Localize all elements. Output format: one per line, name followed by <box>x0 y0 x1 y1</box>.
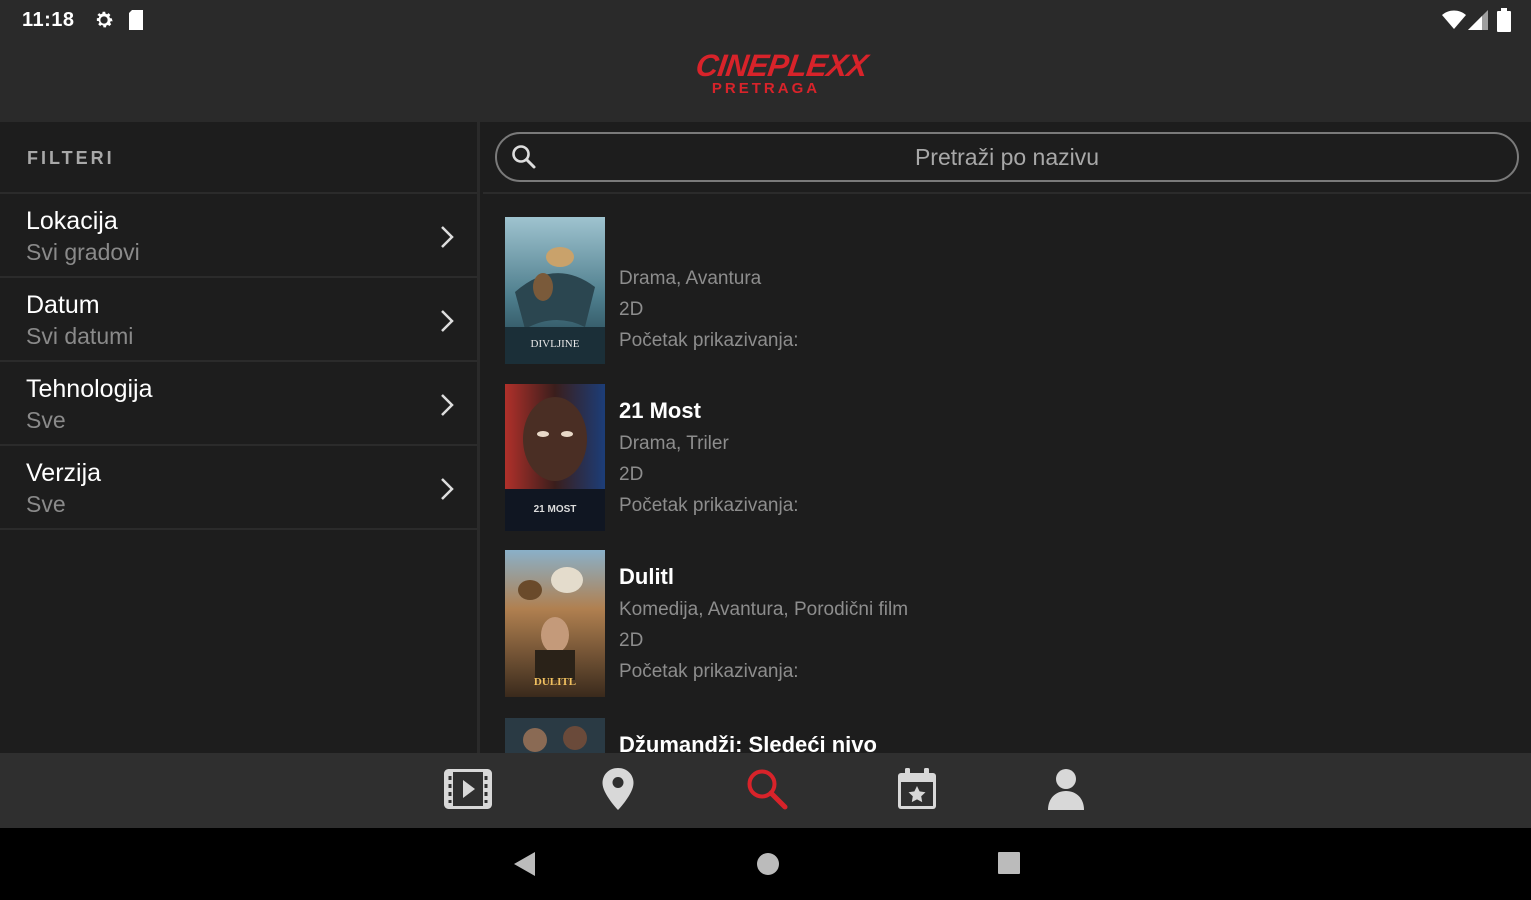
movie-info: Džumandži: Sledeći nivo <box>619 718 877 753</box>
nav-calendar[interactable] <box>891 767 943 815</box>
filter-value: Svi datumi <box>26 323 134 349</box>
recents-icon[interactable] <box>998 852 1020 879</box>
settings-icon <box>93 9 115 36</box>
wifi-icon <box>1442 10 1466 35</box>
signal-icon <box>1468 10 1488 35</box>
filter-value: Svi gradovi <box>26 239 140 265</box>
search-icon <box>745 767 789 816</box>
movie-format: 2D <box>619 464 644 485</box>
movie-title <box>619 217 799 251</box>
search-bar <box>483 122 1531 194</box>
filter-title: Datum <box>26 291 100 319</box>
chevron-right-icon <box>439 392 455 423</box>
movie-genres: Drama, Avantura <box>619 268 762 289</box>
filter-sidebar: FILTERI Lokacija Svi gradovi Datum Svi d… <box>0 122 480 753</box>
movie-poster: 21 MOST <box>505 384 605 531</box>
location-pin-icon <box>601 767 635 816</box>
nav-profile[interactable] <box>1040 767 1092 815</box>
filter-title: Verzija <box>26 459 102 487</box>
movie-title: 21 Most <box>619 398 701 423</box>
nav-movies[interactable] <box>442 767 494 815</box>
movie-poster: DULITL <box>505 550 605 697</box>
filter-item-date[interactable]: Datum Svi datumi <box>0 278 477 362</box>
filter-item-location[interactable]: Lokacija Svi gradovi <box>0 194 477 278</box>
filter-value: Sve <box>26 407 66 433</box>
movie-poster <box>505 718 605 753</box>
brand-logo-text: CINEPLEXX <box>693 48 870 83</box>
film-icon <box>444 768 492 814</box>
filter-item-version[interactable]: Verzija Sve <box>0 446 477 530</box>
bottom-navigation <box>0 753 1531 828</box>
calendar-star-icon <box>896 767 938 816</box>
movie-list-item[interactable]: Džumandži: Sledeći nivo <box>505 718 1505 753</box>
status-time: 11:18 <box>22 9 75 31</box>
home-icon[interactable] <box>756 852 780 881</box>
status-bar: 11:18 <box>0 0 1531 40</box>
svg-text:DIVLJINE: DIVLJINE <box>531 338 580 350</box>
movie-format: 2D <box>619 630 644 651</box>
filter-title: Tehnologija <box>26 375 153 403</box>
chevron-right-icon <box>439 308 455 339</box>
nav-cinemas[interactable] <box>592 767 644 815</box>
svg-text:21 MOST: 21 MOST <box>534 504 577 515</box>
content-area: FILTERI Lokacija Svi gradovi Datum Svi d… <box>0 122 1531 753</box>
movie-start-label: Početak prikazivanja: <box>619 495 799 516</box>
user-icon <box>1046 767 1086 816</box>
movie-list-item[interactable]: DIVLJINE Drama, Avantura 2D Početak prik… <box>505 217 1505 367</box>
movie-poster: DIVLJINE <box>505 217 605 364</box>
cineplexx-logo: CINEPLEXX PRETRAGA <box>694 48 870 97</box>
filter-title: Lokacija <box>26 207 118 235</box>
battery-icon <box>1497 8 1511 37</box>
chevron-right-icon <box>439 476 455 507</box>
system-navigation-bar <box>0 828 1531 900</box>
movie-info: Dulitl Komedija, Avantura, Porodični fil… <box>619 550 908 687</box>
filter-value: Sve <box>26 491 66 517</box>
filters-header: FILTERI <box>0 122 477 194</box>
movie-info: 21 Most Drama, Triler 2D Početak prikazi… <box>619 384 799 521</box>
movie-title: Džumandži: Sledeći nivo <box>619 732 877 753</box>
movie-genres: Drama, Triler <box>619 433 729 454</box>
search-box[interactable] <box>495 132 1519 182</box>
movie-title: Dulitl <box>619 564 674 589</box>
movie-start-label: Početak prikazivanja: <box>619 661 799 682</box>
movie-list-item[interactable]: 21 MOST 21 Most Drama, Triler 2D Početak… <box>505 384 1505 534</box>
search-input[interactable] <box>557 134 1457 180</box>
chevron-right-icon <box>439 224 455 255</box>
movie-info: Drama, Avantura 2D Početak prikazivanja: <box>619 217 799 356</box>
movie-list-item[interactable]: DULITL Dulitl Komedija, Avantura, Porodi… <box>505 550 1505 700</box>
filter-item-technology[interactable]: Tehnologija Sve <box>0 362 477 446</box>
app-bar: CINEPLEXX PRETRAGA <box>0 40 1531 122</box>
movie-genres: Komedija, Avantura, Porodični film <box>619 599 909 620</box>
movie-start-label: Početak prikazivanja: <box>619 330 799 351</box>
sd-card-icon <box>127 9 145 36</box>
back-icon[interactable] <box>512 851 536 882</box>
nav-search[interactable] <box>741 767 793 815</box>
movie-results: DIVLJINE Drama, Avantura 2D Početak prik… <box>483 122 1531 753</box>
search-icon <box>511 144 537 175</box>
svg-text:DULITL: DULITL <box>534 676 576 688</box>
movie-format: 2D <box>619 299 644 320</box>
